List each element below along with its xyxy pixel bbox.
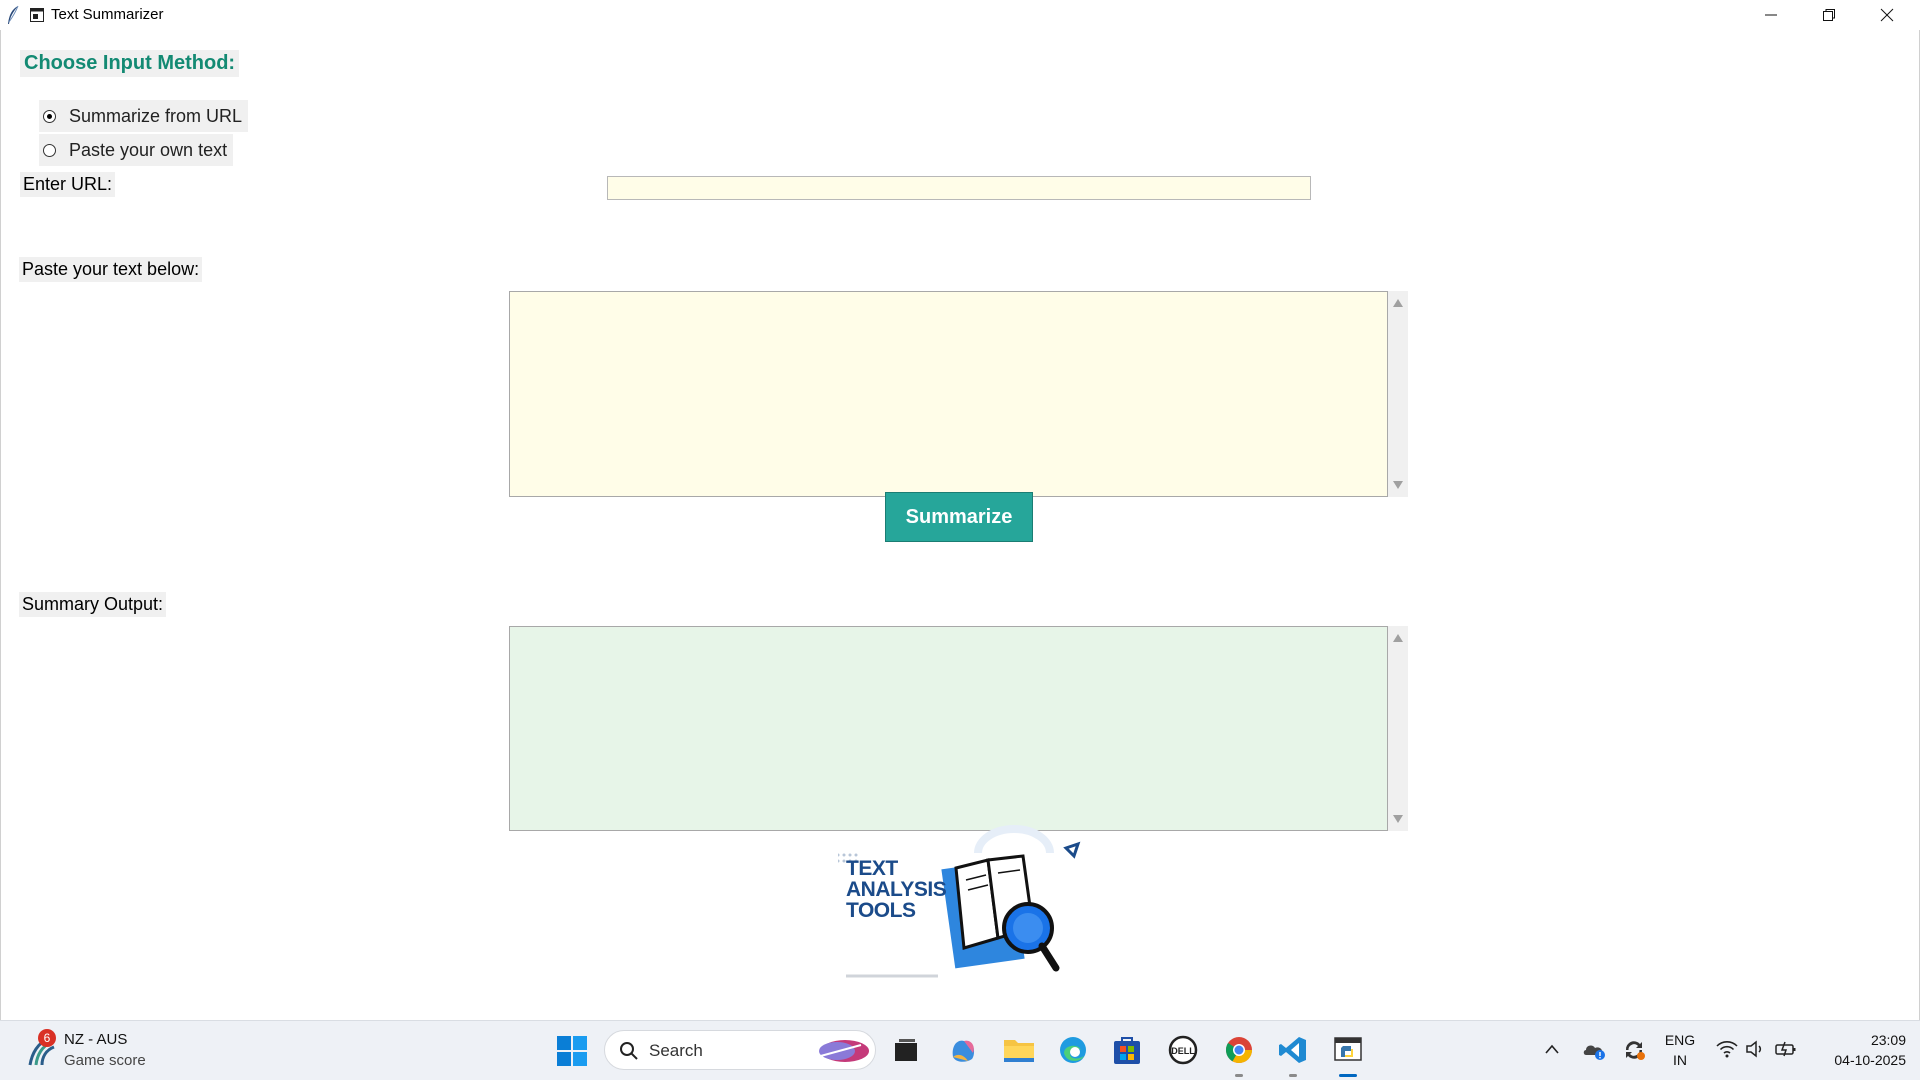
clock-date[interactable]: 04-10-2025 — [1810, 1052, 1906, 1068]
widget-subtitle: Game score — [64, 1052, 146, 1069]
input-method-heading: Choose Input Method: — [20, 50, 240, 77]
python-app-running-indicator — [1339, 1074, 1357, 1077]
logo-line-1: TEXT — [846, 857, 898, 880]
windows-start-icon[interactable] — [556, 1035, 588, 1067]
radio-unselected-icon[interactable] — [43, 143, 56, 157]
search-placeholder: Search — [649, 1041, 703, 1060]
onedrive-status-icon[interactable] — [1582, 1039, 1606, 1061]
volume-icon[interactable] — [1745, 1040, 1765, 1058]
scroll-down-icon[interactable] — [1393, 481, 1403, 489]
logo-wordmark: TEXT ANALYSIS TOOLS — [846, 857, 947, 922]
window-title: Text Summarizer — [51, 6, 164, 23]
scroll-down-icon[interactable] — [1393, 815, 1403, 823]
text-input-area[interactable] — [509, 291, 1388, 497]
widget-title: NZ - AUS — [64, 1031, 128, 1048]
search-icon — [620, 1042, 638, 1060]
radio-selected-icon[interactable] — [43, 109, 56, 123]
minimize-button[interactable] — [1742, 0, 1800, 30]
svg-text:DELL: DELL — [1171, 1046, 1195, 1056]
output-label: Summary Output: — [19, 592, 167, 617]
wifi-icon[interactable] — [1716, 1040, 1738, 1058]
logo-line-2: ANALYSIS — [846, 878, 947, 901]
sync-icon[interactable] — [1622, 1038, 1646, 1062]
radio-paste-text[interactable]: Paste your own text — [39, 134, 234, 166]
taskbar: 6 NZ - AUS Game score Search DELL ENG IN… — [0, 1020, 1920, 1080]
summary-output-scrollbar[interactable] — [1388, 626, 1408, 831]
logo-line-3: TOOLS — [846, 899, 916, 922]
close-button[interactable] — [1858, 0, 1916, 30]
widgets-button[interactable]: 6 NZ - AUS Game score — [16, 1021, 156, 1079]
title-bar: Text Summarizer — [0, 0, 1920, 31]
restore-icon — [1823, 9, 1835, 21]
url-label: Enter URL: — [20, 172, 116, 197]
chevron-up-icon[interactable] — [1545, 1043, 1559, 1055]
dell-icon[interactable]: DELL — [1168, 1035, 1198, 1065]
clock-time[interactable]: 23:09 — [1810, 1032, 1906, 1048]
url-input[interactable] — [607, 176, 1311, 200]
scroll-up-icon[interactable] — [1393, 634, 1403, 642]
text-input-scrollbar[interactable] — [1388, 291, 1408, 497]
copilot-icon[interactable] — [948, 1035, 978, 1065]
text-label: Paste your text below: — [19, 257, 203, 282]
battery-icon[interactable] — [1774, 1040, 1798, 1058]
taskbar-search-box[interactable]: Search — [604, 1030, 876, 1070]
language-indicator-bottom[interactable]: IN — [1662, 1052, 1698, 1068]
task-view-icon[interactable] — [893, 1037, 919, 1063]
summarize-button[interactable]: Summarize — [885, 492, 1033, 542]
vscode-icon[interactable] — [1278, 1035, 1308, 1065]
radio-paste-text-label: Paste your own text — [69, 139, 228, 160]
file-explorer-icon[interactable] — [1003, 1036, 1035, 1064]
close-icon — [1880, 8, 1894, 22]
vscode-running-indicator — [1289, 1074, 1297, 1077]
edge-icon[interactable] — [1058, 1035, 1088, 1065]
search-highlight-icon — [816, 1040, 869, 1062]
chrome-running-indicator — [1235, 1074, 1243, 1077]
python-app-icon[interactable] — [1333, 1035, 1363, 1065]
notification-badge: 6 — [38, 1029, 56, 1047]
chrome-icon[interactable] — [1224, 1035, 1254, 1065]
radio-summarize-url-label: Summarize from URL — [69, 105, 243, 126]
minimize-icon — [1765, 14, 1777, 16]
store-icon[interactable] — [1113, 1035, 1141, 1065]
language-indicator-top[interactable]: ENG — [1662, 1032, 1698, 1048]
app-window-icon — [30, 8, 44, 22]
scroll-up-icon[interactable] — [1393, 299, 1403, 307]
radio-summarize-url[interactable]: Summarize from URL — [39, 100, 249, 132]
tk-feather-icon — [8, 5, 19, 24]
summary-output-area[interactable] — [509, 626, 1388, 831]
restore-button[interactable] — [1800, 0, 1858, 30]
